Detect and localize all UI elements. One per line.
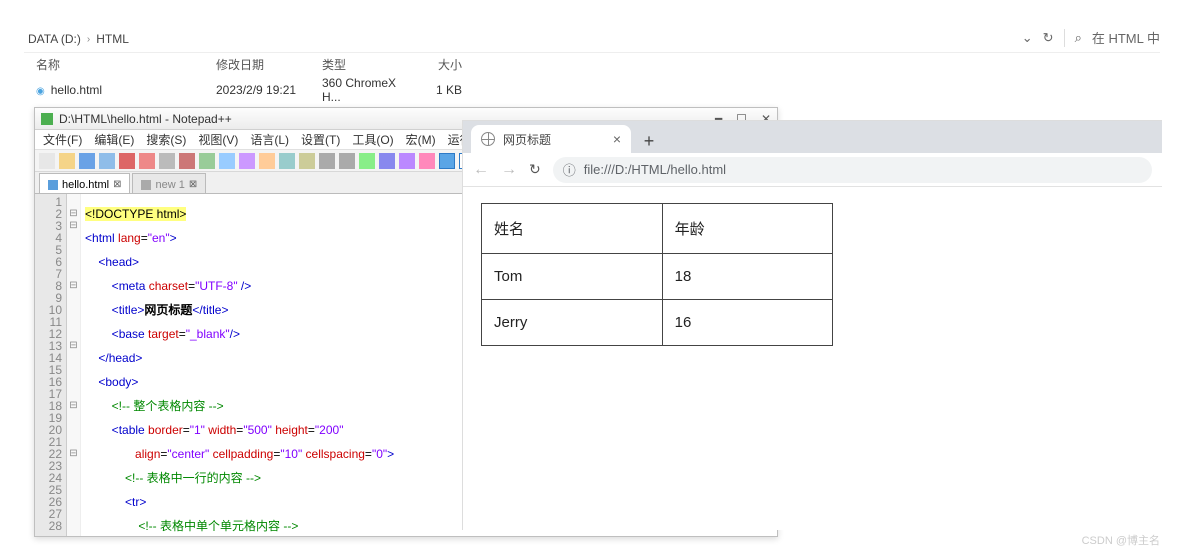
open-file-icon[interactable]	[59, 153, 75, 169]
file-name: hello.html	[36, 83, 216, 97]
file-type: 360 ChromeX H...	[322, 76, 412, 104]
back-icon[interactable]: ←	[473, 161, 489, 179]
demo-table: 姓名 年龄 Tom 18 Jerry 16	[481, 203, 833, 346]
file-size: 1 KB	[412, 83, 462, 97]
tab-label: new 1	[155, 179, 184, 191]
show-symbols-icon[interactable]	[399, 153, 415, 169]
table-cell: Tom	[482, 254, 663, 300]
file-list-header: 名称 修改日期 类型 大小	[24, 52, 1160, 76]
watermark: CSDN @博主名	[1082, 532, 1160, 548]
reload-icon[interactable]: ↻	[529, 161, 541, 178]
col-name[interactable]: 名称	[36, 56, 216, 73]
print-icon[interactable]	[159, 153, 175, 169]
word-wrap-icon[interactable]	[379, 153, 395, 169]
save-all-icon[interactable]	[99, 153, 115, 169]
save-icon[interactable]	[79, 153, 95, 169]
cut-icon[interactable]	[179, 153, 195, 169]
col-date[interactable]: 修改日期	[216, 56, 322, 73]
menu-tools[interactable]: 工具(O)	[352, 131, 393, 148]
tab-new-1[interactable]: new 1 ⊠	[132, 173, 206, 193]
tab-hello-html[interactable]: hello.html ⊠	[39, 173, 130, 193]
close-file-icon[interactable]	[119, 153, 135, 169]
sync-scroll-icon[interactable]	[359, 153, 375, 169]
find-icon[interactable]	[279, 153, 295, 169]
url-input[interactable]: ⓘ file:///D:/HTML/hello.html	[553, 157, 1152, 183]
url-text: file:///D:/HTML/hello.html	[584, 162, 726, 177]
col-size[interactable]: 大小	[412, 56, 462, 73]
file-icon	[48, 180, 58, 190]
search-icon[interactable]: ⌕	[1075, 30, 1082, 46]
browser-tab[interactable]: 网页标题 ×	[471, 125, 631, 153]
refresh-icon[interactable]: ↻	[1043, 30, 1054, 46]
fold-gutter[interactable]: ⊟⊟⊟⊟⊟⊟	[67, 194, 81, 536]
browser-window: 网页标题 × + ← → ↻ ⓘ file:///D:/HTML/hello.h…	[462, 120, 1162, 530]
npp-title-text: D:\HTML\hello.html - Notepad++	[59, 112, 232, 126]
browser-tab-strip: 网页标题 × +	[463, 121, 1162, 153]
zoom-in-icon[interactable]	[319, 153, 335, 169]
new-tab-button[interactable]: +	[637, 129, 661, 153]
fold-all-icon[interactable]	[439, 153, 455, 169]
zoom-out-icon[interactable]	[339, 153, 355, 169]
npp-app-icon	[41, 113, 53, 125]
divider	[1064, 29, 1065, 47]
tab-label: hello.html	[62, 179, 109, 191]
copy-icon[interactable]	[199, 153, 215, 169]
close-all-icon[interactable]	[139, 153, 155, 169]
breadcrumb-folder[interactable]: HTML	[96, 32, 129, 46]
explorer-breadcrumb: DATA (D:) › HTML	[24, 28, 1160, 50]
tab-title: 网页标题	[503, 131, 551, 148]
redo-icon[interactable]	[259, 153, 275, 169]
file-row[interactable]: hello.html 2023/2/9 19:21 360 ChromeX H.…	[24, 76, 462, 104]
replace-icon[interactable]	[299, 153, 315, 169]
chevron-right-icon: ›	[87, 34, 90, 45]
forward-icon: →	[501, 161, 517, 179]
menu-language[interactable]: 语言(L)	[250, 131, 289, 148]
file-date: 2023/2/9 19:21	[216, 83, 322, 97]
paste-icon[interactable]	[219, 153, 235, 169]
close-tab-icon[interactable]: ×	[613, 131, 621, 147]
menu-search[interactable]: 搜索(S)	[146, 131, 186, 148]
menu-edit[interactable]: 编辑(E)	[94, 131, 134, 148]
table-cell: Jerry	[482, 300, 663, 346]
new-file-icon[interactable]	[39, 153, 55, 169]
rendered-page: 姓名 年龄 Tom 18 Jerry 16	[463, 187, 1162, 362]
table-row: 姓名 年龄	[482, 204, 833, 254]
tab-close-icon[interactable]: ⊠	[189, 179, 197, 190]
menu-view[interactable]: 视图(V)	[198, 131, 238, 148]
tab-close-icon[interactable]: ⊠	[113, 179, 121, 190]
explorer-toolbar: ⌄ ↻ ⌕ 在 HTML 中	[1022, 28, 1160, 47]
undo-icon[interactable]	[239, 153, 255, 169]
file-icon	[141, 180, 151, 190]
search-hint[interactable]: 在 HTML 中	[1092, 28, 1160, 47]
table-cell: 年龄	[662, 204, 832, 254]
indent-guide-icon[interactable]	[419, 153, 435, 169]
site-info-icon[interactable]: ⓘ	[563, 160, 576, 179]
col-type[interactable]: 类型	[322, 56, 412, 73]
table-row: Tom 18	[482, 254, 833, 300]
globe-icon	[481, 132, 495, 146]
line-gutter: 1234567891011121314151617181920212223242…	[35, 194, 67, 536]
history-dropdown-icon[interactable]: ⌄	[1022, 30, 1033, 46]
table-cell: 姓名	[482, 204, 663, 254]
table-row: Jerry 16	[482, 300, 833, 346]
menu-file[interactable]: 文件(F)	[43, 131, 82, 148]
table-cell: 18	[662, 254, 832, 300]
breadcrumb-root[interactable]: DATA (D:)	[28, 32, 81, 46]
menu-settings[interactable]: 设置(T)	[301, 131, 340, 148]
browser-address-bar: ← → ↻ ⓘ file:///D:/HTML/hello.html	[463, 153, 1162, 187]
menu-macro[interactable]: 宏(M)	[406, 131, 436, 148]
table-cell: 16	[662, 300, 832, 346]
